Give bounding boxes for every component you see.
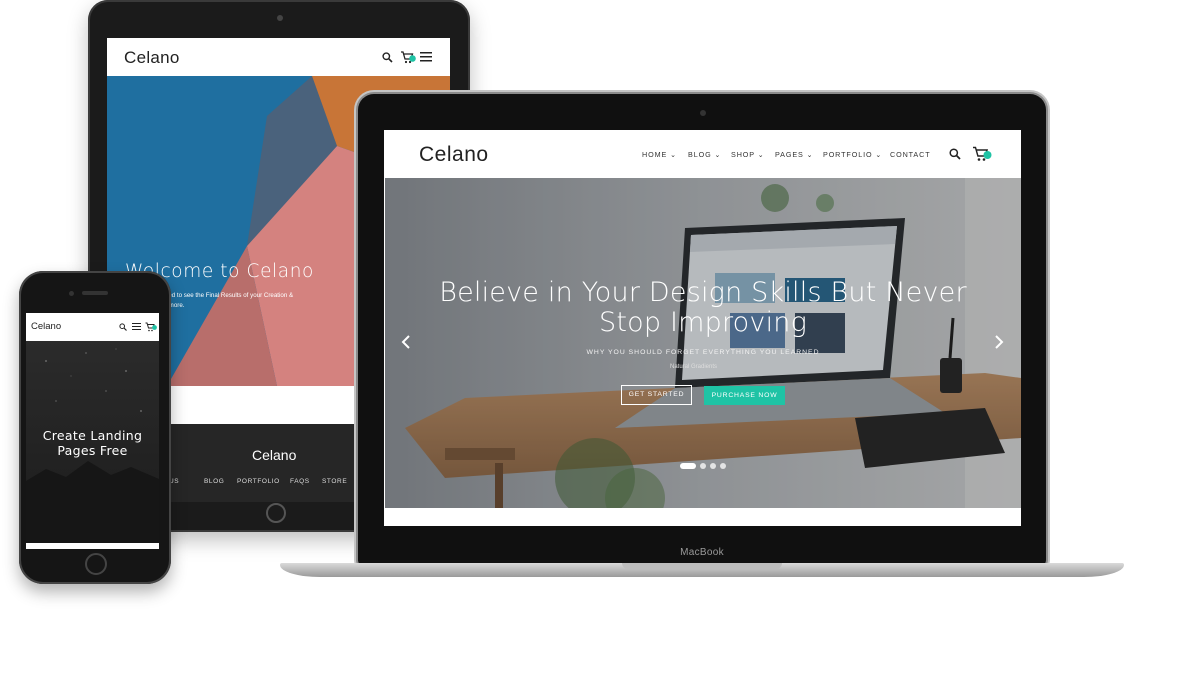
purchase-now-button[interactable]: PURCHASE NOW (704, 386, 785, 405)
search-icon[interactable] (382, 52, 393, 63)
nav-shop-label: SHOP (731, 150, 755, 159)
footer-nav-blog[interactable]: BLOG (204, 478, 224, 485)
laptop-brand-label: MacBook (680, 547, 724, 558)
tablet-logo[interactable]: Celano (124, 48, 180, 68)
nav-pages[interactable]: PAGES ⌄ (775, 150, 814, 159)
phone-hero-title-line-2: Pages Free (57, 443, 128, 458)
slider-dot-3[interactable] (710, 463, 716, 469)
laptop-camera (700, 110, 706, 116)
phone-hero-title: Create Landing Pages Free (26, 428, 159, 458)
phone-screen: Celano Create Landing Pages Free (26, 313, 159, 549)
hero-background-photo (385, 178, 1021, 508)
hero-title-line-2: Stop Improving (599, 307, 807, 338)
menu-icon[interactable] (420, 52, 432, 62)
hero-subtitle: WHY YOU SHOULD FORGET EVERYTHING YOU LEA… (586, 349, 820, 356)
footer-nav-store[interactable]: STORE (322, 478, 347, 485)
footer-nav-faqs[interactable]: FAQS (290, 478, 310, 485)
chevron-down-icon: ⌄ (714, 150, 722, 159)
phone-logo[interactable]: Celano (31, 321, 61, 332)
nav-pages-label: PAGES (775, 150, 804, 159)
laptop-header: Celano HOME ⌄ BLOG ⌄ SHOP ⌄ PAGES ⌄ PORT… (384, 130, 1021, 177)
tablet-header: Celano (107, 38, 450, 76)
cart-icon[interactable] (145, 322, 157, 332)
tablet-footer-logo[interactable]: Celano (252, 447, 296, 463)
cart-icon[interactable] (400, 51, 416, 64)
nav-blog-label: BLOG (688, 150, 712, 159)
get-started-button[interactable]: GET STARTED (621, 385, 692, 405)
nav-home-label: HOME (642, 150, 668, 159)
chevron-left-icon[interactable] (401, 335, 411, 349)
footer-nav-portfolio[interactable]: PORTFOLIO (237, 478, 280, 485)
laptop-screen: Celano HOME ⌄ BLOG ⌄ SHOP ⌄ PAGES ⌄ PORT… (384, 130, 1021, 526)
slider-dot-2[interactable] (700, 463, 706, 469)
chevron-right-icon[interactable] (994, 335, 1004, 349)
phone-hero-title-line-1: Create Landing (42, 428, 143, 443)
phone-hero: Create Landing Pages Free (26, 341, 159, 543)
phone-header: Celano (26, 313, 159, 341)
phone-bottom-bar (26, 543, 159, 549)
chevron-down-icon: ⌄ (670, 150, 678, 159)
laptop-hero-slider: Natural Gradients Believe in Your Design… (385, 178, 1021, 508)
menu-icon[interactable] (132, 323, 141, 330)
tablet-home-button (266, 503, 286, 523)
phone-speaker (82, 291, 108, 295)
hero-title-line-1: Believe in Your Design Skills But Never (439, 277, 967, 308)
hero-title: Believe in Your Design Skills But Never … (385, 278, 1021, 338)
photo-screen-text: Natural Gradients (670, 364, 718, 370)
phone-camera (69, 291, 74, 296)
phone-home-button (85, 553, 107, 575)
nav-portfolio[interactable]: PORTFOLIO ⌄ (823, 150, 882, 159)
tablet-camera (277, 15, 283, 21)
nav-blog[interactable]: BLOG ⌄ (688, 150, 721, 159)
nav-portfolio-label: PORTFOLIO (823, 150, 873, 159)
laptop-notch (622, 563, 782, 569)
search-icon[interactable] (119, 323, 127, 331)
search-icon[interactable] (949, 148, 961, 160)
chevron-down-icon: ⌄ (806, 150, 814, 159)
cart-icon[interactable] (972, 146, 992, 162)
slider-dot-1[interactable] (680, 463, 696, 469)
nav-shop[interactable]: SHOP ⌄ (731, 150, 765, 159)
slider-dot-4[interactable] (720, 463, 726, 469)
nav-home[interactable]: HOME ⌄ (642, 150, 677, 159)
laptop-logo[interactable]: Celano (419, 143, 489, 167)
chevron-down-icon: ⌄ (875, 150, 883, 159)
nav-contact[interactable]: CONTACT (890, 150, 931, 159)
chevron-down-icon: ⌄ (757, 150, 765, 159)
